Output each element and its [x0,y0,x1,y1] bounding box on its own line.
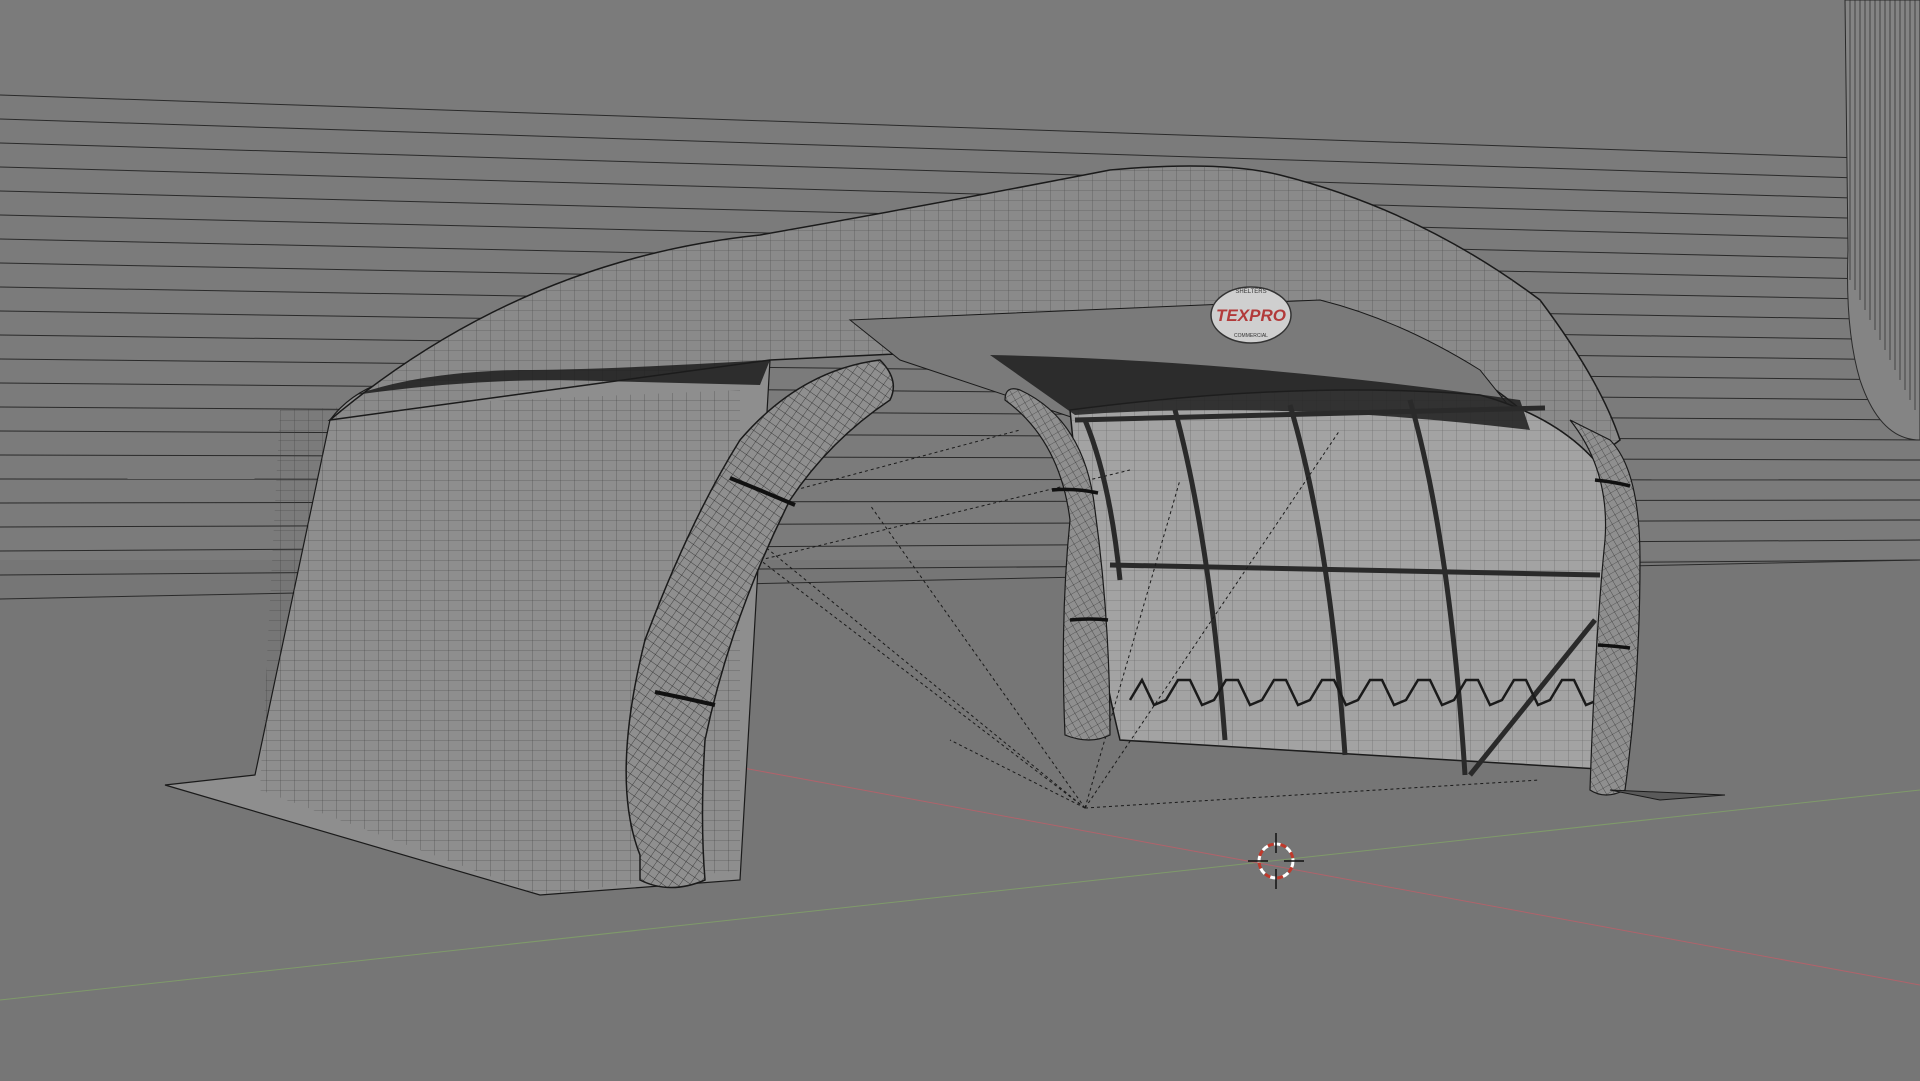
logo-subtext-top: SHELTERS [1235,289,1266,295]
logo-subtext-bottom: COMMERCIAL [1234,333,1268,339]
3d-viewport[interactable]: SHELTERS TEXPRO COMMERCIAL [0,0,1920,1081]
viewport-canvas[interactable]: SHELTERS TEXPRO COMMERCIAL [0,0,1920,1081]
logo-text: TEXPRO [1216,306,1286,325]
tent-logo: SHELTERS TEXPRO COMMERCIAL [1210,286,1292,344]
